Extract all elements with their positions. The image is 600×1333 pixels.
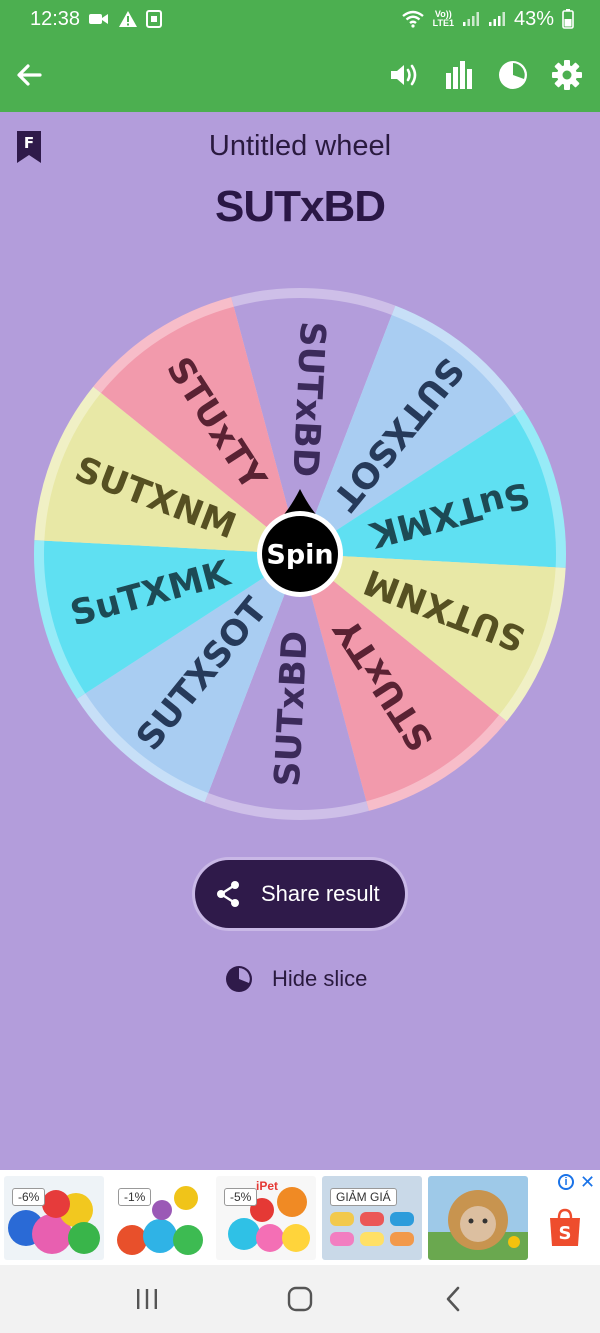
recent-apps-icon bbox=[136, 1289, 157, 1309]
app-bar bbox=[0, 38, 600, 112]
spin-label: Spin bbox=[266, 540, 333, 571]
cat-lion-costume-image bbox=[428, 1190, 528, 1260]
slices-button[interactable] bbox=[496, 58, 530, 92]
status-left: 12:38 bbox=[30, 7, 163, 31]
system-nav-bar bbox=[0, 1265, 600, 1333]
signal-icon-1 bbox=[462, 11, 480, 27]
hide-slice-button[interactable]: Hide slice bbox=[224, 961, 367, 997]
pie-chart-icon bbox=[499, 61, 527, 89]
hide-slice-label: Hide slice bbox=[272, 966, 368, 991]
battery-percent: 43% bbox=[513, 7, 554, 30]
share-icon bbox=[217, 881, 239, 907]
share-label: Share result bbox=[261, 881, 380, 906]
ad-item-1[interactable]: -6% bbox=[4, 1176, 104, 1260]
status-right: Vo)) LTE1 43% bbox=[401, 8, 574, 31]
wheel-slice-label: SUTxBD bbox=[284, 320, 332, 478]
wheel[interactable]: SUTxBD SUTXSOT SuTXMK SUTXNM STUxTY SUTxBD SUT… bbox=[30, 284, 570, 824]
result-title: SUTxBD bbox=[214, 182, 386, 231]
back-nav-button[interactable] bbox=[423, 1274, 483, 1324]
pie-chart-icon bbox=[226, 966, 252, 992]
home-button[interactable] bbox=[270, 1274, 330, 1324]
volte-icon: Vo)) LTE1 bbox=[432, 9, 454, 28]
app-actions bbox=[388, 58, 584, 92]
battery-icon bbox=[562, 9, 574, 29]
ad-discount-tag: -5% bbox=[224, 1188, 258, 1206]
ad-item-4[interactable]: GIẢM GIÁ bbox=[322, 1176, 422, 1260]
bar-chart-icon bbox=[446, 61, 472, 89]
ad-info-icon[interactable]: i bbox=[558, 1174, 574, 1190]
sound-button[interactable] bbox=[388, 58, 422, 92]
ad-discount-tag: -6% bbox=[12, 1188, 46, 1206]
svg-text:S: S bbox=[559, 1223, 572, 1244]
ad-close-icon[interactable]: ✕ bbox=[580, 1172, 595, 1193]
ad-discount-tag: -1% bbox=[118, 1188, 152, 1206]
ad-item-5[interactable] bbox=[428, 1176, 528, 1260]
back-arrow-icon bbox=[17, 64, 42, 86]
settings-button[interactable] bbox=[550, 58, 584, 92]
main-content: F Untitled wheel SUTxBD SUTxBD SUTXSOT SuT… bbox=[0, 112, 600, 1170]
ad-banner[interactable]: -6% -1% -5% iPet GIẢM GIÁ i ✕ S bbox=[0, 1170, 600, 1265]
ad-item-3[interactable]: -5% iPet bbox=[216, 1176, 316, 1260]
video-camera-icon bbox=[88, 11, 110, 27]
settings-icon bbox=[552, 60, 582, 90]
screenshot-icon bbox=[146, 10, 163, 28]
wheel-slice-label: SUTxBD bbox=[268, 630, 316, 788]
status-bar: 12:38 Vo)) LTE1 43% bbox=[0, 0, 600, 38]
wifi-icon bbox=[401, 10, 425, 28]
wheel-graphic[interactable]: SUTxBDSUTXSOTSuTXMKSUTXNMSTUxTYSUTxBDSUT… bbox=[30, 284, 570, 824]
back-chevron-icon bbox=[447, 1286, 460, 1312]
ad-brand: iPet bbox=[256, 1179, 279, 1193]
shopee-icon[interactable]: S bbox=[548, 1208, 582, 1248]
ad-item-2[interactable]: -1% bbox=[110, 1176, 210, 1260]
home-icon bbox=[287, 1286, 313, 1312]
warning-icon bbox=[118, 10, 138, 28]
recent-apps-button[interactable] bbox=[117, 1274, 177, 1324]
wheel-name[interactable]: Untitled wheel bbox=[0, 130, 600, 163]
share-result-button[interactable]: Share result bbox=[195, 860, 405, 928]
ad-discount-tag: GIẢM GIÁ bbox=[330, 1188, 397, 1206]
status-time: 12:38 bbox=[30, 7, 81, 30]
back-button[interactable] bbox=[12, 58, 46, 92]
signal-icon-2 bbox=[488, 11, 506, 27]
volume-icon bbox=[391, 64, 417, 86]
stats-button[interactable] bbox=[442, 58, 476, 92]
